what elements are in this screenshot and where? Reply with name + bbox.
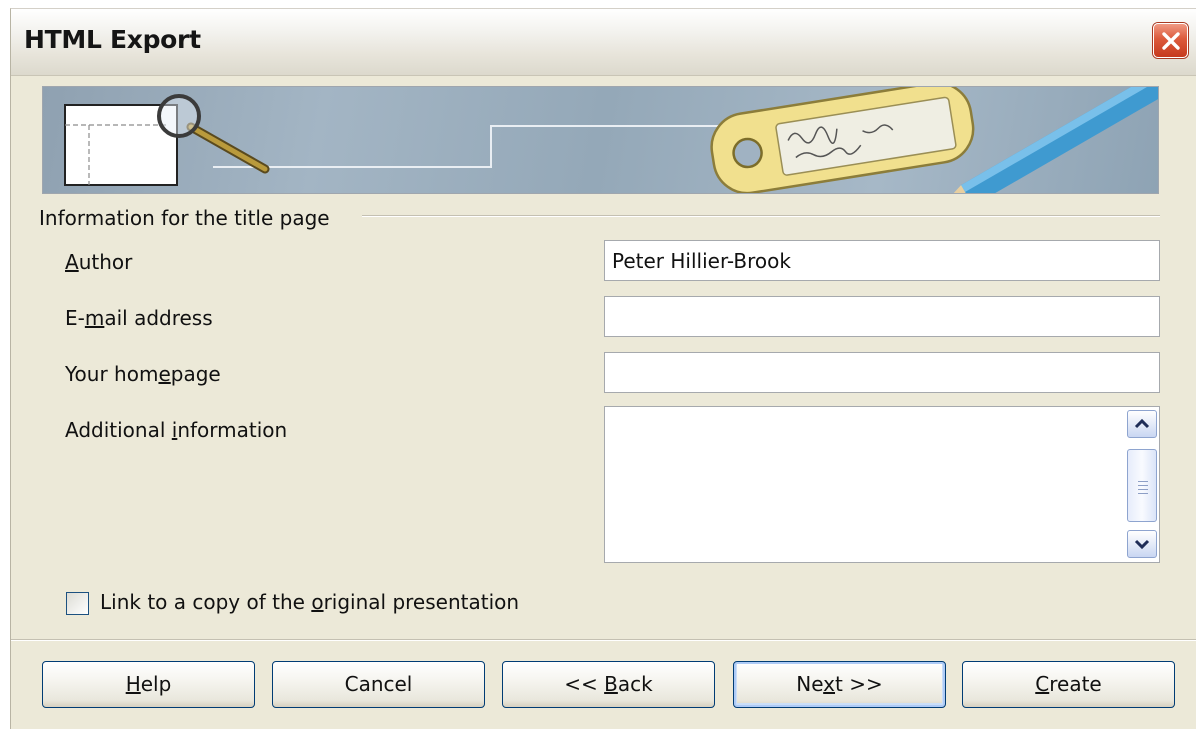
author-label: Author (65, 250, 132, 274)
create-mnemonic: C (1035, 672, 1050, 696)
additional-info-textarea[interactable] (604, 406, 1160, 563)
cancel-button[interactable]: Cancel (272, 661, 485, 708)
next-mnemonic: x (823, 672, 836, 696)
email-input[interactable] (604, 296, 1160, 337)
help-post: elp (140, 672, 172, 696)
group-title: Information for the title page (39, 206, 330, 230)
homepage-label-mnemonic: e (158, 362, 171, 386)
dialog-title: HTML Export (24, 25, 201, 54)
email-label: E-mail address (65, 306, 213, 330)
title-bar[interactable]: HTML Export (11, 9, 1196, 76)
grip-icon (1138, 481, 1148, 497)
homepage-label-post: page (170, 362, 221, 386)
close-button[interactable] (1153, 23, 1188, 58)
author-input[interactable] (604, 240, 1160, 281)
create-button[interactable]: Create (962, 661, 1175, 708)
email-label-mnemonic: m (84, 306, 105, 330)
back-button[interactable]: << Back (502, 661, 715, 708)
banner-illustration (42, 86, 1159, 194)
scroll-up-button[interactable] (1127, 410, 1157, 438)
additional-info-label: Additional information (65, 418, 287, 442)
original-link-checkbox[interactable] (66, 592, 89, 615)
vertical-scrollbar[interactable] (1127, 410, 1157, 559)
scroll-thumb[interactable] (1127, 449, 1157, 522)
homepage-input[interactable] (604, 352, 1160, 393)
back-pre: << (564, 672, 605, 696)
checkbox-label-pre: Link to a copy of the (100, 590, 312, 614)
checkbox-label-post: riginal presentation (323, 590, 520, 614)
original-link-label[interactable]: Link to a copy of the original presentat… (100, 590, 519, 614)
create-post: reate (1049, 672, 1102, 696)
html-export-dialog: HTML Export Information for the title pa… (10, 8, 1196, 729)
additional-label-pre: Additional (65, 418, 172, 442)
group-divider (362, 215, 1160, 217)
checkbox-label-mnemonic: o (311, 590, 324, 614)
chevron-up-icon (1134, 418, 1150, 429)
scroll-down-button[interactable] (1127, 530, 1157, 558)
chevron-down-icon (1134, 539, 1150, 550)
back-mnemonic: B (604, 672, 618, 696)
homepage-label: Your homepage (65, 362, 221, 386)
button-separator (11, 639, 1196, 641)
author-label-post: uthor (78, 250, 133, 274)
homepage-label-pre: Your hom (65, 362, 159, 386)
cancel-pre: Cancel (344, 672, 413, 696)
next-button[interactable]: Next >> (733, 661, 946, 708)
help-button[interactable]: Help (42, 661, 255, 708)
help-mnemonic: H (125, 672, 141, 696)
close-icon (1162, 32, 1180, 50)
email-label-post: ail address (104, 306, 213, 330)
next-post: t >> (835, 672, 883, 696)
author-label-mnemonic: A (65, 250, 79, 274)
back-post: ack (617, 672, 653, 696)
email-label-pre: E- (65, 306, 85, 330)
additional-label-post: nformation (177, 418, 288, 442)
next-pre: Ne (796, 672, 824, 696)
banner-art (64, 87, 1158, 193)
